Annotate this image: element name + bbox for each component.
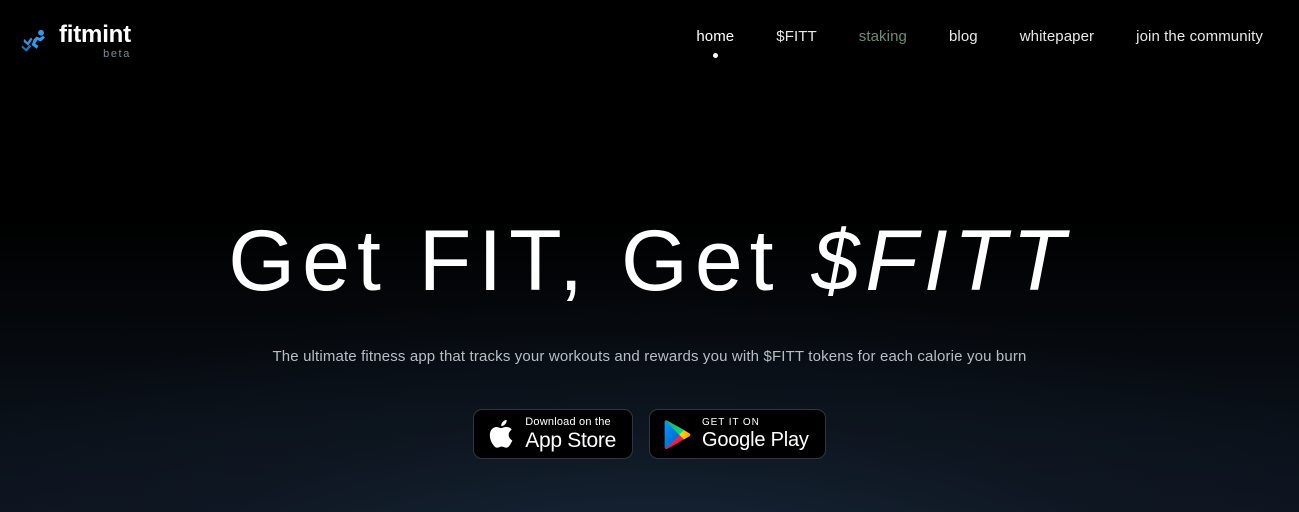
brand-wordmark: fitmint beta: [59, 22, 131, 60]
site-header: fitmint beta home $FITT staking blog whi…: [0, 0, 1299, 80]
brand-logo[interactable]: fitmint beta: [20, 22, 131, 60]
apple-logo-icon: [487, 418, 514, 450]
brand-beta-tag: beta: [103, 48, 131, 61]
nav-item-join-the-community[interactable]: join the community: [1115, 28, 1284, 58]
landing-page: fitmint beta home $FITT staking blog whi…: [0, 0, 1299, 512]
nav-item-label: staking: [858, 28, 907, 45]
nav-item-label: join the community: [1136, 28, 1263, 45]
app-store-large-label: App Store: [525, 429, 616, 452]
main-navigation: home $FITT staking blog whitepaper join: [675, 28, 1284, 58]
hero-headline: Get FIT, Get $FITT: [228, 218, 1071, 304]
brand-name: fitmint: [59, 21, 131, 48]
app-store-button[interactable]: Download on the App Store: [473, 409, 633, 459]
google-play-triangle-icon: [663, 419, 691, 450]
nav-item-label: blog: [948, 28, 978, 45]
google-play-button[interactable]: GET IT ON Google Play: [648, 409, 826, 459]
google-play-small-label: GET IT ON: [701, 417, 760, 428]
headline-accent-text: $FITT: [811, 213, 1071, 309]
nav-item-blog[interactable]: blog: [928, 28, 999, 58]
google-play-label-group: GET IT ON Google Play: [701, 417, 809, 451]
nav-item-label: home: [696, 28, 735, 45]
nav-item-whitepaper[interactable]: whitepaper: [999, 28, 1115, 58]
nav-item-label: whitepaper: [1019, 28, 1095, 45]
nav-item-home[interactable]: home: [675, 28, 755, 58]
google-play-large-label: Google Play: [701, 429, 809, 451]
app-store-label-group: Download on the App Store: [525, 416, 616, 452]
hero-subtitle: The ultimate fitness app that tracks you…: [272, 348, 1027, 365]
running-figure-icon: [20, 22, 50, 56]
active-indicator-dot: [712, 53, 718, 58]
nav-item-fitt[interactable]: $FITT: [755, 28, 838, 58]
app-store-buttons: Download on the App Store GET IT ON Goog…: [473, 409, 826, 459]
nav-item-staking[interactable]: staking: [838, 28, 928, 58]
app-store-small-label: Download on the: [525, 416, 611, 428]
headline-plain-text: Get FIT, Get: [228, 213, 812, 309]
nav-item-label: $FITT: [776, 28, 817, 45]
